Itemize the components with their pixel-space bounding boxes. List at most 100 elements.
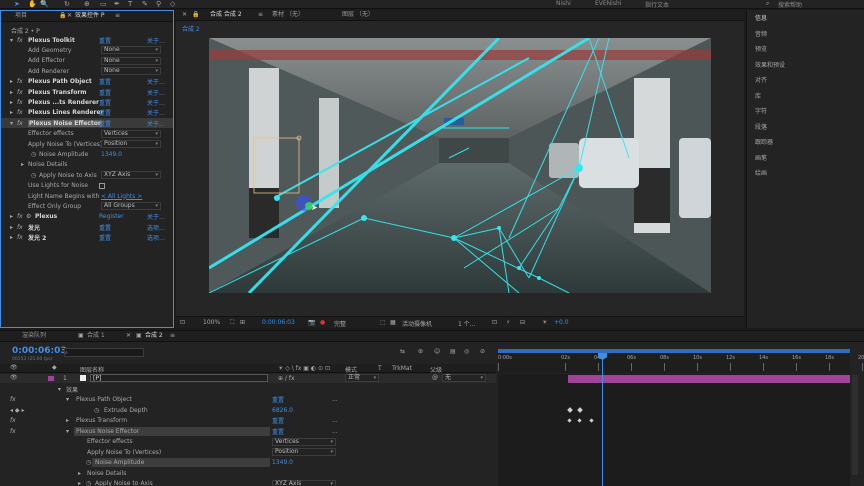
fx-toggle[interactable]: fx [17,37,23,44]
property-extra[interactable]: ... [332,417,338,424]
reset-link[interactable]: 重置 [99,233,111,242]
fx-toggle[interactable]: fx [17,120,23,127]
transparency-grid-icon[interactable]: ▦ [390,319,396,326]
frame-blend-icon[interactable]: ▤ [450,348,456,355]
right-panel-item[interactable]: 字符 [755,106,767,115]
effect-row[interactable]: ▸ fx 发光 重置 选项... [1,222,173,232]
fast-previews-icon[interactable]: ⚡ [506,319,510,326]
about-link[interactable]: 关于... [147,212,165,221]
about-link[interactable]: 关于... [147,98,165,107]
twirl-arrow-icon[interactable]: ▾ [10,37,13,44]
twirl-arrow-icon[interactable]: ▸ [10,89,13,96]
layer-parent-dropdown[interactable]: 无 [442,374,486,382]
about-link[interactable]: 关于... [147,108,165,117]
close-icon[interactable]: ✕ [67,12,72,19]
fx-toggle[interactable]: fx [17,224,23,231]
layer-name-column[interactable]: 图层名称 [80,365,104,374]
effect-row[interactable]: ▸ fx Plexus Transform 重置 关于... [1,87,173,97]
right-panel-item[interactable]: 画笔 [755,153,767,162]
reset-link[interactable]: 重置 [99,108,111,117]
property-row[interactable]: fx ▾ Plexus Path Object 重置... [0,395,496,405]
about-link[interactable]: 选项... [147,233,165,242]
fx-toggle[interactable]: fx [17,109,23,116]
menu-item-1[interactable]: EVENishi [595,0,621,7]
effect-row[interactable]: ▸ fx Plexus Path Object 重置 关于... [1,77,173,87]
effect-row[interactable]: ◷ Noise Amplitude 1349.0 [1,149,173,159]
right-panel-item[interactable]: 绘画 [755,168,767,177]
menu-item-2[interactable]: 指行文本 [645,0,669,9]
brush-tool-icon[interactable]: ✎ [142,0,148,8]
timeline-scrollbar[interactable] [852,375,858,475]
right-panel-item[interactable]: 对齐 [755,75,767,84]
tab-composition[interactable]: 合成 合成 2 [210,10,242,20]
property-dropdown[interactable]: Position [272,448,336,456]
effect-row[interactable]: Effector effects Vertices [1,129,173,139]
effect-dropdown[interactable]: All Groups [101,202,161,211]
effect-row[interactable]: ▾ fx Plexus Toolkit 重置 关于... [1,35,173,45]
layer-switches[interactable]: ⊕ / fx [278,375,295,382]
effect-row[interactable]: Use Lights for Noise [1,181,173,191]
tab-render-queue[interactable]: 渲染队列 [22,331,46,341]
reset-link[interactable]: Register [99,213,124,220]
property-dropdown[interactable]: XYZ Axis [272,479,336,486]
current-time[interactable]: 0:00:06:03 [12,346,67,356]
time-ruler[interactable]: 0:00s02s04s06s08s10s12s14s16s18s20s [498,349,864,373]
keyframe[interactable] [577,407,583,413]
effect-dropdown[interactable]: Position [101,140,161,148]
visibility-eye-icon[interactable]: 👁 [10,374,18,381]
reset-link[interactable]: 重置 [99,223,111,232]
tab-project[interactable]: 项目 [15,11,27,21]
effect-dropdown[interactable]: None [101,67,161,76]
reset-link[interactable]: 重置 [99,88,111,97]
layer-mode-dropdown[interactable]: 正常 [345,374,379,382]
work-area-bar[interactable] [498,349,850,353]
pickwhip-icon[interactable]: @ [432,374,438,381]
effect-number-value[interactable]: 1349.0 [101,151,122,158]
twirl-arrow-icon[interactable]: ▸ [78,470,81,477]
effect-row[interactable]: ◷ Apply Noise to Axis XYZ Axis [1,170,173,180]
fx-toggle-icon[interactable]: fx [10,428,16,435]
effect-row[interactable]: Light Name Begins with < All Lights > [1,191,173,201]
stopwatch-icon[interactable]: ◷ [31,151,36,158]
fx-toggle-icon[interactable]: fx [10,396,16,403]
t-column[interactable]: T [378,365,382,372]
effect-dropdown[interactable]: XYZ Axis [101,171,161,180]
twirl-arrow-icon[interactable]: ▸ [10,213,13,220]
stopwatch-icon[interactable]: ◷ [94,407,99,414]
shy-icon[interactable]: ☺ [434,348,440,355]
hand-tool-icon[interactable]: ✋ [28,0,37,8]
viewer-timecode[interactable]: 0:00:06:03 [262,319,295,326]
mode-column[interactable]: 模式 [345,365,357,374]
layer-duration-bar[interactable] [568,375,850,383]
use-lights-checkbox[interactable] [99,182,105,189]
twirl-arrow-icon[interactable]: ▸ [10,99,13,106]
effect-row[interactable]: Apply Noise To (Vertices) Position [1,139,173,149]
twirl-arrow-icon[interactable]: ▸ [10,78,13,85]
twirl-arrow-icon[interactable]: ▾ [66,428,69,435]
trkmat-column[interactable]: TrkMat [392,365,412,372]
eraser-tool-icon[interactable]: ◇ [170,0,175,8]
keyframe[interactable] [577,418,582,423]
selection-tool-icon[interactable]: ➤ [14,0,20,8]
graph-editor-icon[interactable]: ⊘ [480,348,485,355]
always-preview-icon[interactable]: ⊡ [180,319,185,326]
fx-toggle[interactable]: fx [17,213,23,220]
property-row[interactable]: fx ▸ Plexus Transform 重置... [0,416,496,426]
effect-dropdown[interactable]: None [101,56,161,65]
effect-row[interactable]: ▸ fx Plexus Lines Renderer 重置 关于... [1,108,173,118]
toggle-pixel-aspect-icon[interactable]: ⊡ [492,319,497,326]
tab-comp-2[interactable]: 合成 2 [145,331,163,341]
effect-row[interactable]: ▸ fx 发光 2 重置 选项... [1,233,173,243]
effect-dropdown[interactable]: Vertices [101,129,161,138]
fx-toggle-icon[interactable]: fx [10,417,16,424]
property-value[interactable]: 重置 [272,416,284,425]
fit-icon[interactable]: ⛶ [230,319,234,327]
lock-icon[interactable]: 🔒 [192,11,199,18]
property-row[interactable]: ▾ 效果 [0,384,496,394]
twirl-arrow-icon[interactable]: ▾ [58,386,61,393]
twirl-arrow-icon[interactable]: ▸ [10,109,13,116]
about-link[interactable]: 关于... [147,119,165,128]
lock-icon[interactable]: 🔒 [59,12,66,19]
property-row[interactable]: ◂ ◆ ▸ ◷ Extrude Depth 6826.0 [0,405,496,415]
effect-row[interactable]: Add Geometry None [1,45,173,55]
